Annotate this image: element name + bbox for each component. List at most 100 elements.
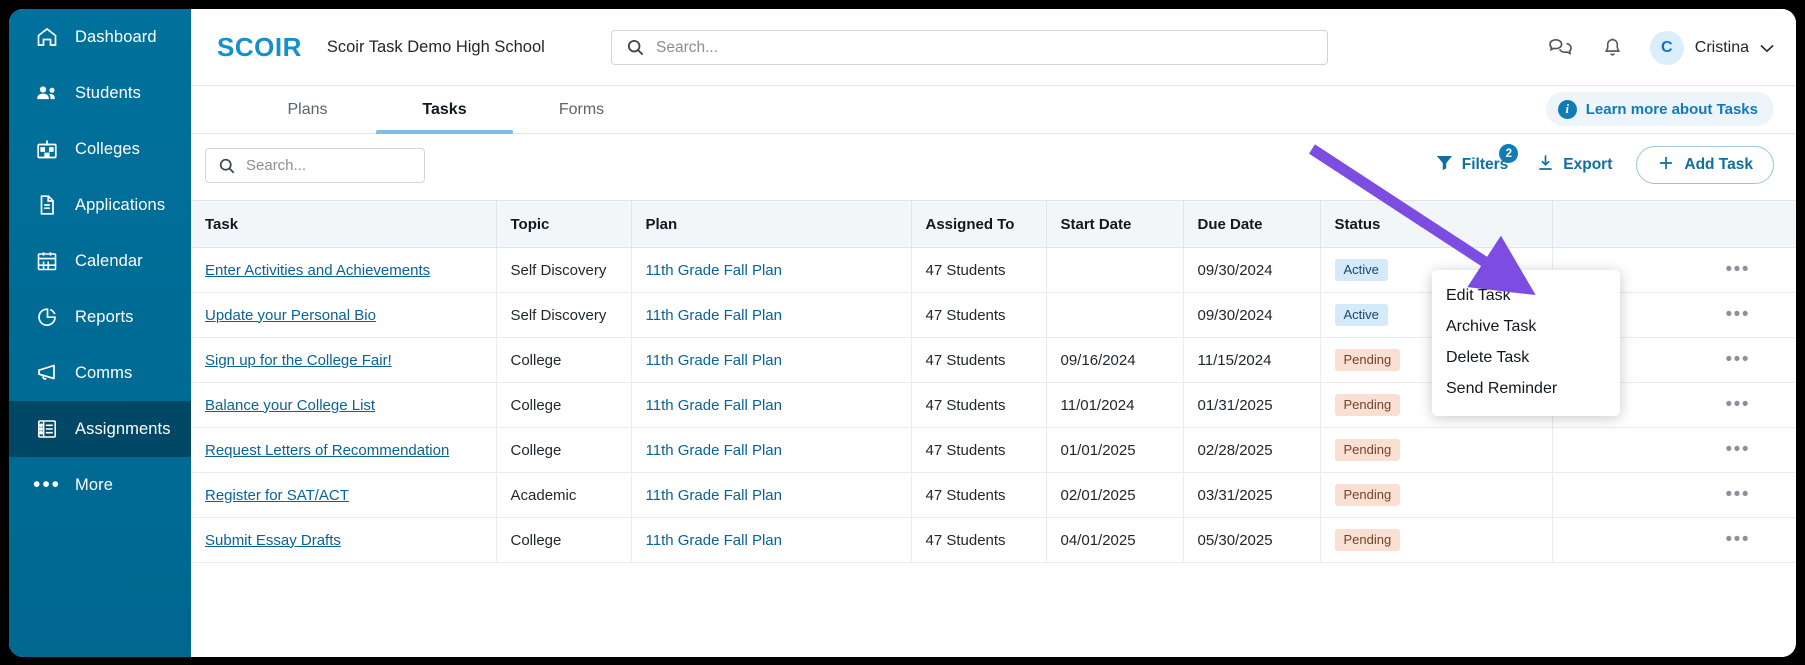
- document-icon: [34, 192, 60, 218]
- column-header-task[interactable]: Task: [191, 200, 497, 248]
- cell-topic: College: [496, 517, 632, 563]
- column-header-due-date[interactable]: Due Date: [1183, 200, 1321, 248]
- row-menu-ellipsis-icon[interactable]: •••: [1726, 439, 1750, 460]
- plan-link[interactable]: 11th Grade Fall Plan: [646, 532, 782, 549]
- cell-start-date: 01/01/2025: [1046, 427, 1184, 473]
- plan-link[interactable]: 11th Grade Fall Plan: [646, 307, 782, 324]
- user-name: Cristina: [1694, 38, 1749, 56]
- row-menu-ellipsis-icon[interactable]: •••: [1726, 349, 1750, 370]
- cell-actions: •••: [1552, 427, 1796, 473]
- sidebar-item-colleges[interactable]: Colleges: [9, 121, 191, 177]
- cell-assigned-to: 47 Students: [911, 427, 1047, 473]
- row-menu-ellipsis-icon[interactable]: •••: [1726, 394, 1750, 415]
- add-task-button[interactable]: Add Task: [1636, 146, 1774, 184]
- tab-forms[interactable]: Forms: [513, 86, 650, 133]
- cell-actions: •••: [1552, 517, 1796, 563]
- plan-link[interactable]: 11th Grade Fall Plan: [646, 352, 782, 369]
- row-menu-ellipsis-icon[interactable]: •••: [1726, 529, 1750, 550]
- column-header-actions: [1552, 200, 1796, 248]
- status-badge: Active: [1334, 304, 1388, 326]
- sidebar-item-calendar[interactable]: Calendar: [9, 233, 191, 289]
- column-header-status[interactable]: Status: [1320, 200, 1553, 248]
- sidebar-item-label: Applications: [75, 195, 166, 214]
- pie-chart-icon: [34, 304, 60, 330]
- add-task-label: Add Task: [1684, 156, 1753, 173]
- cell-assigned-to: 47 Students: [911, 247, 1047, 293]
- sidebar-item-comms[interactable]: Comms: [9, 345, 191, 401]
- cell-actions: •••: [1552, 472, 1796, 518]
- context-menu-item-send-reminder[interactable]: Send Reminder: [1432, 373, 1620, 404]
- task-link[interactable]: Submit Essay Drafts: [205, 532, 341, 549]
- task-search-input[interactable]: Search...: [205, 148, 425, 183]
- tab-tasks[interactable]: Tasks: [376, 86, 513, 134]
- sidebar-item-applications[interactable]: Applications: [9, 177, 191, 233]
- sidebar-item-reports[interactable]: Reports: [9, 289, 191, 345]
- scoir-logo[interactable]: SCOIR: [217, 32, 302, 63]
- cell-status: Pending: [1320, 427, 1553, 473]
- column-header-assigned-to[interactable]: Assigned To: [911, 200, 1047, 248]
- task-link[interactable]: Register for SAT/ACT: [205, 487, 349, 504]
- task-link[interactable]: Update your Personal Bio: [205, 307, 376, 324]
- user-menu[interactable]: C Cristina: [1649, 30, 1774, 65]
- column-header-start-date[interactable]: Start Date: [1046, 200, 1184, 248]
- table-header-row: Task Topic Plan Assigned To Start Date D…: [191, 200, 1796, 248]
- app-header: SCOIR Scoir Task Demo High School Search…: [191, 9, 1796, 86]
- row-menu-ellipsis-icon[interactable]: •••: [1726, 484, 1750, 505]
- plan-link[interactable]: 11th Grade Fall Plan: [646, 262, 782, 279]
- context-menu-item-delete-task[interactable]: Delete Task: [1432, 342, 1620, 373]
- sidebar-item-more[interactable]: ••• More: [9, 457, 191, 513]
- row-menu-ellipsis-icon[interactable]: •••: [1726, 259, 1750, 280]
- info-icon: i: [1557, 99, 1577, 119]
- search-icon: [218, 157, 236, 175]
- sidebar-item-students[interactable]: Students: [9, 65, 191, 121]
- task-link[interactable]: Balance your College List: [205, 397, 375, 414]
- plan-link[interactable]: 11th Grade Fall Plan: [646, 442, 782, 459]
- context-menu-item-edit-task[interactable]: Edit Task: [1432, 280, 1620, 311]
- status-badge: Active: [1334, 259, 1388, 281]
- learn-more-about-tasks-button[interactable]: i Learn more about Tasks: [1545, 92, 1774, 126]
- table-head: Task Topic Plan Assigned To Start Date D…: [191, 200, 1796, 248]
- cell-plan: 11th Grade Fall Plan: [631, 472, 912, 518]
- sidebar-item-dashboard[interactable]: Dashboard: [9, 9, 191, 65]
- task-search-placeholder: Search...: [246, 157, 307, 174]
- column-header-topic[interactable]: Topic: [496, 200, 632, 248]
- cell-assigned-to: 47 Students: [911, 292, 1047, 338]
- plan-link[interactable]: 11th Grade Fall Plan: [646, 487, 782, 504]
- cell-plan: 11th Grade Fall Plan: [631, 247, 912, 293]
- global-search-input[interactable]: Search...: [611, 30, 1328, 65]
- cell-task: Enter Activities and Achievements: [191, 247, 497, 293]
- cell-due-date: 11/15/2024: [1183, 337, 1321, 383]
- plan-link[interactable]: 11th Grade Fall Plan: [646, 397, 782, 414]
- chat-bubbles-icon[interactable]: [1547, 36, 1575, 60]
- task-link[interactable]: Request Letters of Recommendation: [205, 442, 449, 459]
- megaphone-icon: [34, 360, 60, 386]
- row-menu-ellipsis-icon[interactable]: •••: [1726, 304, 1750, 325]
- cell-plan: 11th Grade Fall Plan: [631, 382, 912, 428]
- sidebar-item-assignments[interactable]: Assignments: [9, 401, 191, 457]
- cell-task: Balance your College List: [191, 382, 497, 428]
- avatar: C: [1649, 30, 1684, 65]
- header-actions: C Cristina: [1547, 9, 1774, 86]
- tab-plans[interactable]: Plans: [239, 86, 376, 133]
- main-content: SCOIR Scoir Task Demo High School Search…: [191, 9, 1796, 657]
- task-link[interactable]: Enter Activities and Achievements: [205, 262, 430, 279]
- sidebar: Dashboard Students Colleges Applications…: [9, 9, 191, 657]
- school-name: Scoir Task Demo High School: [326, 37, 545, 56]
- status-badge: Pending: [1334, 529, 1401, 551]
- column-header-plan[interactable]: Plan: [631, 200, 912, 248]
- global-search-placeholder: Search...: [656, 38, 719, 56]
- cell-start-date: 09/16/2024: [1046, 337, 1184, 383]
- ellipsis-icon: •••: [32, 473, 62, 496]
- bell-icon[interactable]: [1601, 36, 1624, 60]
- cell-due-date: 09/30/2024: [1183, 292, 1321, 338]
- calendar-icon: [34, 248, 60, 274]
- context-menu-item-archive-task[interactable]: Archive Task: [1432, 311, 1620, 342]
- export-button[interactable]: Export: [1522, 153, 1626, 177]
- task-link[interactable]: Sign up for the College Fair!: [205, 352, 392, 369]
- cell-plan: 11th Grade Fall Plan: [631, 292, 912, 338]
- filters-count-badge: 2: [1499, 144, 1519, 163]
- filters-button[interactable]: Filters 2: [1421, 144, 1523, 177]
- students-icon: [34, 80, 60, 106]
- status-badge: Pending: [1334, 349, 1401, 371]
- sidebar-item-label: More: [75, 475, 113, 494]
